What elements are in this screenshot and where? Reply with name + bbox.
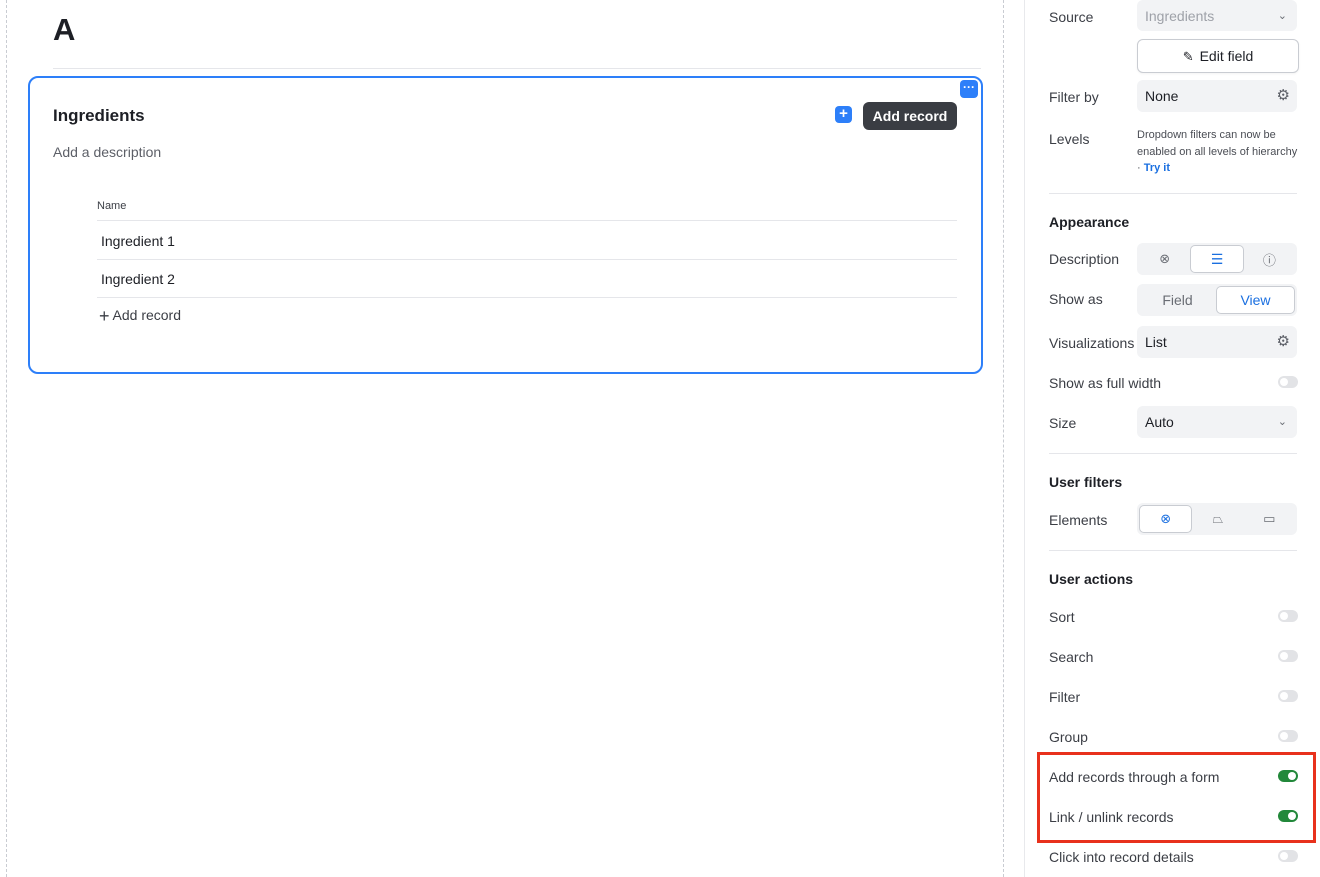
visualizations-value: List	[1145, 334, 1167, 350]
edit-field-button[interactable]: ✎ Edit field	[1137, 39, 1299, 73]
try-it-link[interactable]: Try it	[1144, 162, 1170, 174]
filter-by-value: None	[1145, 88, 1179, 104]
plus-icon: +	[99, 306, 110, 326]
link-unlink-toggle[interactable]	[1278, 810, 1298, 822]
add-records-form-toggle[interactable]	[1278, 770, 1298, 782]
levels-label: Levels	[1049, 131, 1090, 147]
sort-label: Sort	[1049, 609, 1075, 625]
sort-toggle[interactable]	[1278, 610, 1298, 622]
column-header-name: Name	[97, 200, 127, 212]
description-label: Description	[1049, 251, 1120, 267]
page-title: A	[53, 12, 76, 47]
section-divider	[1049, 193, 1297, 194]
table-row[interactable]: Ingredient 1	[101, 233, 175, 249]
full-width-toggle[interactable]	[1278, 376, 1298, 388]
user-filters-heading: User filters	[1049, 474, 1123, 490]
size-value: Auto	[1145, 414, 1174, 430]
hide-description-icon[interactable]: ⊗	[1139, 245, 1190, 273]
edit-field-label: Edit field	[1199, 47, 1254, 64]
link-unlink-label: Link / unlink records	[1049, 809, 1174, 825]
add-row-label: Add record	[112, 307, 181, 323]
show-as-view-option[interactable]: View	[1216, 286, 1295, 314]
pencil-icon: ✎	[1182, 48, 1194, 64]
full-width-label: Show as full width	[1049, 375, 1162, 391]
group-toggle[interactable]	[1278, 730, 1298, 742]
size-label: Size	[1049, 415, 1077, 431]
element-title[interactable]: Ingredients	[53, 106, 145, 126]
add-record-button[interactable]: Add record	[863, 102, 957, 130]
user-actions-heading: User actions	[1049, 571, 1134, 587]
visualizations-select[interactable]: List ⚙	[1137, 326, 1297, 358]
chevron-down-icon: ⌄	[1277, 416, 1287, 428]
tabs-filter-icon[interactable]: ⏢	[1192, 505, 1243, 533]
row-divider	[97, 297, 957, 298]
description-mode-control: ⊗ ☰ ⓘ	[1137, 243, 1297, 275]
no-filter-icon[interactable]: ⊗	[1139, 505, 1193, 533]
row-divider	[97, 220, 957, 221]
info-description-icon[interactable]: ⓘ	[1244, 245, 1295, 273]
gear-icon[interactable]: ⚙	[1277, 326, 1290, 358]
dropdown-filter-icon[interactable]: ▭	[1244, 505, 1295, 533]
appearance-heading: Appearance	[1049, 214, 1130, 230]
element-description-input[interactable]: Add a description	[53, 144, 161, 160]
source-label: Source	[1049, 9, 1094, 25]
table-row[interactable]: Ingredient 2	[101, 271, 175, 287]
show-as-control: Field View	[1137, 284, 1297, 316]
size-select[interactable]: Auto ⌄	[1137, 406, 1297, 438]
section-divider	[1049, 550, 1297, 551]
record-details-toggle[interactable]	[1278, 850, 1298, 862]
search-label: Search	[1049, 649, 1094, 665]
filter-toggle[interactable]	[1278, 690, 1298, 702]
show-as-label: Show as	[1049, 291, 1103, 307]
row-divider	[97, 259, 957, 260]
record-details-label: Click into record details	[1049, 849, 1194, 865]
levels-info: Dropdown filters can now be enabled on a…	[1137, 127, 1299, 177]
ellipsis-icon[interactable]: ···	[960, 80, 978, 98]
source-value: Ingredients	[1145, 8, 1215, 24]
title-divider	[53, 68, 981, 69]
properties-sidebar: Source Ingredients ⌄ ✎ Edit field Filter …	[1024, 0, 1320, 877]
add-records-form-label: Add records through a form	[1049, 769, 1220, 785]
group-label: Group	[1049, 729, 1088, 745]
chevron-down-icon: ⌄	[1277, 10, 1287, 22]
gear-icon[interactable]: ⚙	[1277, 80, 1290, 112]
visualizations-label: Visualizations	[1049, 335, 1135, 351]
filter-by-select[interactable]: None ⚙	[1137, 80, 1297, 112]
add-plus-icon[interactable]: +	[835, 106, 852, 123]
elements-label: Elements	[1049, 512, 1108, 528]
text-description-icon[interactable]: ☰	[1190, 245, 1244, 273]
section-divider	[1049, 453, 1297, 454]
show-as-field-option[interactable]: Field	[1139, 286, 1216, 314]
filter-label: Filter	[1049, 689, 1081, 705]
search-toggle[interactable]	[1278, 650, 1298, 662]
elements-control: ⊗ ⏢ ▭	[1137, 503, 1297, 535]
source-select[interactable]: Ingredients ⌄	[1137, 0, 1297, 31]
add-row-link[interactable]: + Add record	[99, 306, 181, 327]
page-canvas: A ··· Ingredients Add a description + Ad…	[6, 0, 1004, 877]
filter-by-label: Filter by	[1049, 89, 1099, 105]
